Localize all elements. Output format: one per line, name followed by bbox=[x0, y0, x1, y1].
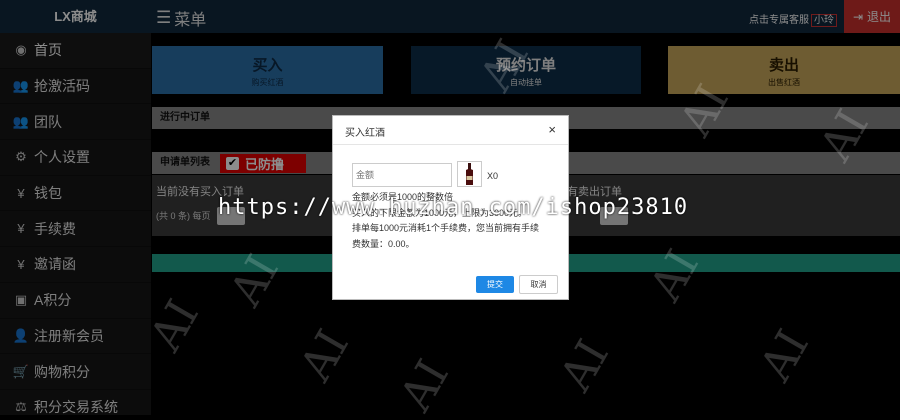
cancel-button[interactable]: 取消 bbox=[519, 275, 558, 294]
url-watermark: https://www.huzhan.com/ishop23810 bbox=[218, 195, 689, 220]
dialog-title: 买入红酒 bbox=[345, 128, 385, 139]
submit-button[interactable]: 提交 bbox=[476, 276, 514, 293]
wine-bottle-icon bbox=[457, 161, 482, 187]
rule-text-3: 排单每1000元消耗1个手续费，您当前拥有手续 bbox=[352, 223, 540, 233]
close-icon[interactable]: × bbox=[548, 122, 556, 137]
rule-text-4: 费数量：0.00。 bbox=[352, 239, 415, 249]
dialog-header: 买入红酒 × bbox=[333, 116, 568, 145]
amount-input[interactable] bbox=[352, 163, 452, 187]
wine-quantity: X0 bbox=[487, 171, 499, 181]
